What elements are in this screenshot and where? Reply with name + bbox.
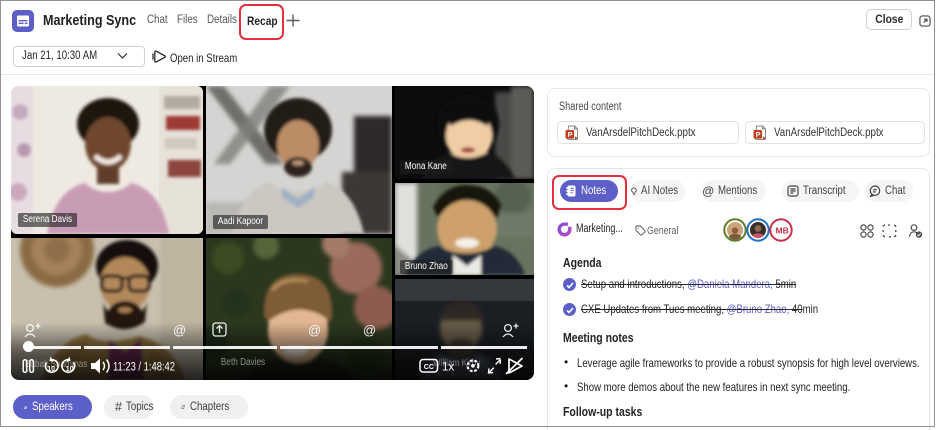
- svg-text:10: 10: [47, 366, 55, 373]
- svg-text:@: @: [363, 323, 376, 338]
- svg-text:10: 10: [66, 366, 74, 373]
- svg-text:MB: MB: [776, 225, 789, 235]
- svg-text:P: P: [568, 130, 573, 139]
- svg-text:@: @: [308, 323, 321, 338]
- svg-text:1x: 1x: [442, 362, 454, 374]
- svg-text:P: P: [756, 130, 761, 139]
- svg-text:11:23 / 1:48:42: 11:23 / 1:48:42: [113, 362, 175, 374]
- svg-text:CC: CC: [424, 364, 434, 371]
- svg-text:@: @: [173, 323, 186, 338]
